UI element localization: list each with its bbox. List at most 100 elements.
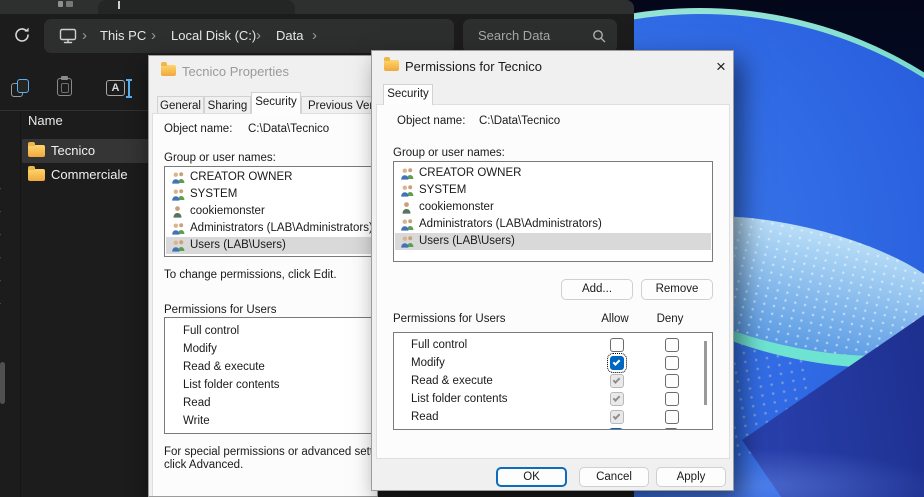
permissions-grid: Full control Modify Read & execute List …: [393, 332, 713, 430]
user-list-item[interactable]: Administrators (LAB\Administrators): [166, 220, 378, 237]
file-row-commerciale[interactable]: Commerciale: [22, 163, 149, 187]
nav-pane-scrollbar[interactable]: [0, 362, 5, 404]
remove-button[interactable]: Remove: [641, 279, 713, 300]
permission-item[interactable]: List folder contents: [166, 376, 378, 394]
user-list-item[interactable]: CREATOR OWNER: [395, 165, 711, 182]
permission-row-list-folder-contents: List folder contents: [395, 390, 711, 408]
apply-button[interactable]: Apply: [656, 467, 726, 487]
permission-row-modify: Modify: [395, 354, 711, 372]
user-list-item[interactable]: Users (LAB\Users): [395, 233, 711, 250]
advanced-hint-line1: For special permissions or advanced sett…: [164, 446, 378, 458]
permission-name: Full control: [411, 336, 467, 354]
cancel-button[interactable]: Cancel: [579, 467, 649, 487]
refresh-icon[interactable]: [13, 26, 31, 44]
permissions-for-users-label: Permissions for Users: [164, 304, 276, 316]
group-user-label: Group or user names:: [164, 152, 276, 164]
tab-previous-versions[interactable]: Previous Vers: [301, 96, 378, 113]
user-name: cookiemonster: [419, 199, 494, 216]
allow-checkbox[interactable]: [610, 392, 624, 406]
deny-checkbox[interactable]: [665, 392, 679, 406]
breadcrumb-this-pc[interactable]: This PC: [100, 19, 146, 53]
explorer-active-tab[interactable]: [98, 0, 295, 14]
tab-icon-fragment: [66, 1, 73, 7]
ok-button[interactable]: OK: [496, 467, 567, 487]
object-name-value: C:\Data\Tecnico: [479, 115, 560, 127]
user-list-item[interactable]: SYSTEM: [166, 186, 378, 203]
screen: › This PC › Local Disk (C:) › Data › Sea…: [0, 0, 924, 497]
user-list-item[interactable]: Users (LAB\Users): [166, 237, 378, 254]
allow-checkbox[interactable]: [610, 356, 624, 370]
monitor-icon: [59, 28, 77, 44]
group-icon: [171, 171, 186, 184]
add-button[interactable]: Add...: [561, 279, 633, 300]
search-box[interactable]: Search Data: [463, 19, 617, 53]
permission-item[interactable]: Modify: [166, 340, 378, 358]
column-header-name[interactable]: Name: [28, 113, 63, 128]
tree-expand-chevron-icon[interactable]: ›: [0, 275, 1, 285]
tab-sharing[interactable]: Sharing: [204, 96, 251, 113]
folder-icon: [384, 60, 399, 71]
permissions-for-users-label: Permissions for Users: [393, 313, 505, 325]
permission-name: Modify: [183, 340, 217, 358]
tree-expand-chevron-icon[interactable]: ›: [0, 298, 1, 308]
tab-general[interactable]: General: [157, 96, 204, 113]
tree-expand-chevron-icon[interactable]: ›: [0, 206, 1, 216]
user-list-item[interactable]: cookiemonster: [395, 199, 711, 216]
close-icon[interactable]: ×: [708, 55, 734, 79]
tree-expand-chevron-icon[interactable]: ›: [0, 183, 1, 193]
pane-divider: [20, 111, 21, 497]
permission-name: List folder contents: [411, 390, 508, 408]
deny-checkbox[interactable]: [665, 338, 679, 352]
rename-icon[interactable]: A: [106, 79, 132, 98]
permission-name: Full control: [183, 322, 239, 340]
tab-security[interactable]: Security: [251, 92, 301, 114]
group-icon: [171, 222, 186, 235]
deny-checkbox[interactable]: [665, 356, 679, 370]
permission-item[interactable]: Write: [166, 412, 378, 430]
group-icon: [400, 167, 415, 180]
user-name: SYSTEM: [419, 182, 466, 199]
user-name: SYSTEM: [190, 186, 237, 203]
tab-security[interactable]: Security: [383, 84, 433, 105]
user-name: Administrators (LAB\Administrators): [419, 216, 602, 233]
permission-item[interactable]: Full control: [166, 322, 378, 340]
permission-row-full-control: Full control: [395, 336, 711, 354]
paste-icon[interactable]: [57, 76, 73, 97]
permission-row-read-execute: Read & execute: [395, 372, 711, 390]
deny-checkbox[interactable]: [665, 410, 679, 424]
file-row-tecnico[interactable]: Tecnico: [22, 139, 149, 163]
user-name: cookiemonster: [190, 203, 265, 220]
tree-expand-chevron-icon[interactable]: ›: [0, 229, 1, 239]
permission-name: Read: [183, 394, 211, 412]
group-icon: [400, 218, 415, 231]
breadcrumb-chevron-icon: ›: [151, 19, 156, 53]
permission-item[interactable]: Read: [166, 394, 378, 412]
user-name: Users (LAB\Users): [190, 237, 286, 254]
user-list-item[interactable]: CREATOR OWNER: [166, 169, 378, 186]
user-list-item[interactable]: Administrators (LAB\Administrators): [395, 216, 711, 233]
object-name-label: Object name:: [397, 115, 465, 127]
advanced-hint-line2: click Advanced.: [164, 459, 243, 471]
permission-name: Read: [411, 408, 439, 426]
permission-item[interactable]: Read & execute: [166, 358, 378, 376]
allow-checkbox[interactable]: [610, 374, 624, 388]
tree-expand-chevron-icon[interactable]: ›: [0, 252, 1, 262]
group-user-listbox: CREATOR OWNER SYSTEM cookiemonster Admin…: [393, 161, 713, 262]
user-list-item[interactable]: cookiemonster: [166, 203, 378, 220]
deny-checkbox[interactable]: [665, 374, 679, 388]
user-name: Administrators (LAB\Administrators): [190, 220, 373, 237]
clipped-allow-checkbox: [609, 428, 623, 430]
group-user-label: Group or user names:: [393, 147, 505, 159]
allow-checkbox[interactable]: [610, 338, 624, 352]
permission-name: Modify: [411, 354, 445, 372]
user-name: Users (LAB\Users): [419, 233, 515, 250]
permission-name: Write: [183, 412, 210, 430]
copy-icon[interactable]: [11, 79, 33, 99]
object-name-label: Object name:: [164, 123, 232, 135]
address-bar[interactable]: › This PC › Local Disk (C:) › Data ›: [44, 19, 454, 53]
permissions-scrollbar[interactable]: [704, 341, 707, 405]
breadcrumb-local-disk[interactable]: Local Disk (C:): [171, 19, 256, 53]
breadcrumb-data[interactable]: Data: [276, 19, 303, 53]
allow-checkbox[interactable]: [610, 410, 624, 424]
user-list-item[interactable]: SYSTEM: [395, 182, 711, 199]
